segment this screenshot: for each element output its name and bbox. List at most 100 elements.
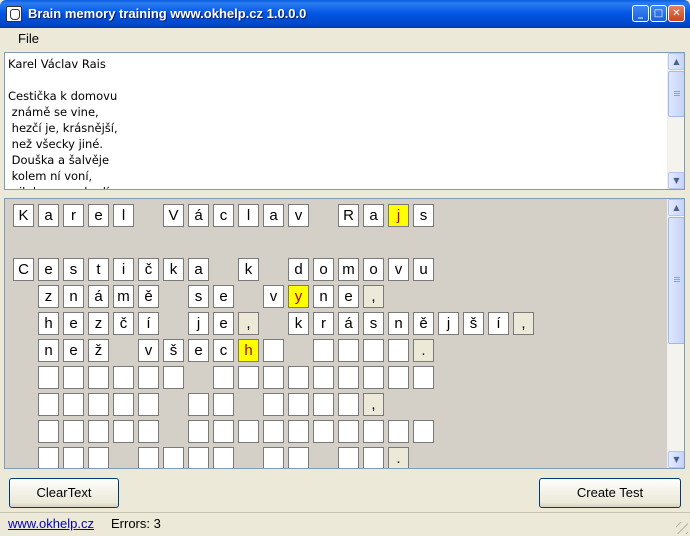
- letter-cell[interactable]: [363, 339, 384, 362]
- letter-cell[interactable]: C: [13, 258, 34, 281]
- letter-cell[interactable]: [88, 447, 109, 468]
- letter-cell[interactable]: [338, 339, 359, 362]
- letter-cell[interactable]: [388, 366, 409, 389]
- letter-cell[interactable]: n: [388, 312, 409, 335]
- letter-cell[interactable]: e: [213, 285, 234, 308]
- scroll-thumb[interactable]: [668, 217, 684, 344]
- letter-cell[interactable]: [288, 366, 309, 389]
- letter-cell[interactable]: [38, 447, 59, 468]
- letter-cell[interactable]: k: [238, 258, 259, 281]
- letter-cell[interactable]: e: [63, 339, 84, 362]
- letter-cell[interactable]: n: [38, 339, 59, 362]
- letter-cell[interactable]: [263, 447, 284, 468]
- letter-cell[interactable]: [213, 447, 234, 468]
- letter-cell[interactable]: .: [388, 447, 409, 468]
- scroll-down-arrow[interactable]: ▼: [668, 172, 684, 189]
- letter-cell[interactable]: [263, 339, 284, 362]
- letter-cell[interactable]: [63, 393, 84, 416]
- letter-cell[interactable]: a: [363, 204, 384, 227]
- letter-cell-error[interactable]: y: [288, 285, 309, 308]
- letter-cell[interactable]: [213, 420, 234, 443]
- letter-cell[interactable]: [188, 447, 209, 468]
- create-test-button[interactable]: Create Test: [539, 478, 681, 508]
- letter-cell[interactable]: i: [113, 258, 134, 281]
- letter-cell[interactable]: [413, 366, 434, 389]
- letter-cell[interactable]: [338, 366, 359, 389]
- letter-cell[interactable]: [313, 393, 334, 416]
- letter-cell[interactable]: s: [413, 204, 434, 227]
- letter-cell[interactable]: [188, 420, 209, 443]
- letter-cell[interactable]: [163, 447, 184, 468]
- letter-cell[interactable]: e: [38, 258, 59, 281]
- letter-cell[interactable]: c: [213, 339, 234, 362]
- letter-cell[interactable]: [188, 393, 209, 416]
- letter-cell[interactable]: z: [88, 312, 109, 335]
- letter-cell[interactable]: š: [463, 312, 484, 335]
- letter-cell[interactable]: c: [213, 204, 234, 227]
- letter-cell[interactable]: á: [338, 312, 359, 335]
- letter-cell[interactable]: [263, 420, 284, 443]
- letter-cell[interactable]: ž: [88, 339, 109, 362]
- letter-cell[interactable]: [113, 393, 134, 416]
- letter-cell[interactable]: s: [363, 312, 384, 335]
- letter-cell[interactable]: n: [313, 285, 334, 308]
- letter-cell[interactable]: j: [188, 312, 209, 335]
- title-bar[interactable]: Brain memory training www.okhelp.cz 1.0.…: [0, 0, 690, 28]
- letter-cell[interactable]: [138, 393, 159, 416]
- letter-cell[interactable]: j: [438, 312, 459, 335]
- letter-cell[interactable]: a: [188, 258, 209, 281]
- letter-cell[interactable]: [138, 447, 159, 468]
- menu-file[interactable]: File: [18, 31, 39, 46]
- letter-cell[interactable]: [313, 420, 334, 443]
- poem-text-area[interactable]: Karel Václav Rais Cestička k domovu znám…: [4, 52, 685, 190]
- letter-cell[interactable]: z: [38, 285, 59, 308]
- letter-cell[interactable]: [163, 366, 184, 389]
- letter-cell[interactable]: ,: [363, 285, 384, 308]
- letter-cell[interactable]: R: [338, 204, 359, 227]
- letter-cell[interactable]: [388, 420, 409, 443]
- letter-cell[interactable]: n: [63, 285, 84, 308]
- poem-text[interactable]: Karel Václav Rais Cestička k domovu znám…: [8, 56, 118, 189]
- letter-cell[interactable]: .: [413, 339, 434, 362]
- letter-cell[interactable]: č: [138, 258, 159, 281]
- letter-cell[interactable]: [38, 366, 59, 389]
- letter-cell[interactable]: l: [113, 204, 134, 227]
- letter-cell[interactable]: k: [288, 312, 309, 335]
- letter-cell[interactable]: [38, 420, 59, 443]
- letter-cell[interactable]: [363, 420, 384, 443]
- letter-cell[interactable]: m: [113, 285, 134, 308]
- letter-cell-error[interactable]: j: [388, 204, 409, 227]
- letter-cell[interactable]: [263, 366, 284, 389]
- scroll-down-arrow[interactable]: ▼: [668, 451, 684, 468]
- letter-cell[interactable]: e: [88, 204, 109, 227]
- letter-cell[interactable]: [213, 366, 234, 389]
- letter-cell[interactable]: [363, 366, 384, 389]
- grid-scrollbar[interactable]: ▲ ▼: [667, 199, 684, 468]
- letter-cell[interactable]: [313, 366, 334, 389]
- letter-cell[interactable]: [63, 420, 84, 443]
- text-scrollbar[interactable]: ▲ ▼: [667, 53, 684, 189]
- letter-cell[interactable]: [138, 366, 159, 389]
- letter-cell[interactable]: [288, 420, 309, 443]
- letter-cell[interactable]: á: [88, 285, 109, 308]
- letter-cell[interactable]: v: [263, 285, 284, 308]
- letter-cell[interactable]: e: [63, 312, 84, 335]
- letter-cell[interactable]: h: [38, 312, 59, 335]
- letter-cell[interactable]: t: [88, 258, 109, 281]
- letter-cell[interactable]: [238, 420, 259, 443]
- letter-cell[interactable]: a: [263, 204, 284, 227]
- letter-cell[interactable]: ,: [363, 393, 384, 416]
- letter-cell[interactable]: e: [213, 312, 234, 335]
- letter-cell[interactable]: [113, 366, 134, 389]
- letter-cell[interactable]: o: [313, 258, 334, 281]
- letter-cell[interactable]: [113, 420, 134, 443]
- letter-cell[interactable]: ,: [238, 312, 259, 335]
- website-link[interactable]: www.okhelp.cz: [8, 516, 94, 531]
- letter-cell[interactable]: d: [288, 258, 309, 281]
- letter-cell[interactable]: [313, 339, 334, 362]
- clear-text-button[interactable]: ClearText: [9, 478, 119, 508]
- maximize-button[interactable]: □: [650, 5, 667, 22]
- letter-cell[interactable]: a: [38, 204, 59, 227]
- letter-cell[interactable]: [263, 393, 284, 416]
- app-icon[interactable]: [6, 6, 22, 22]
